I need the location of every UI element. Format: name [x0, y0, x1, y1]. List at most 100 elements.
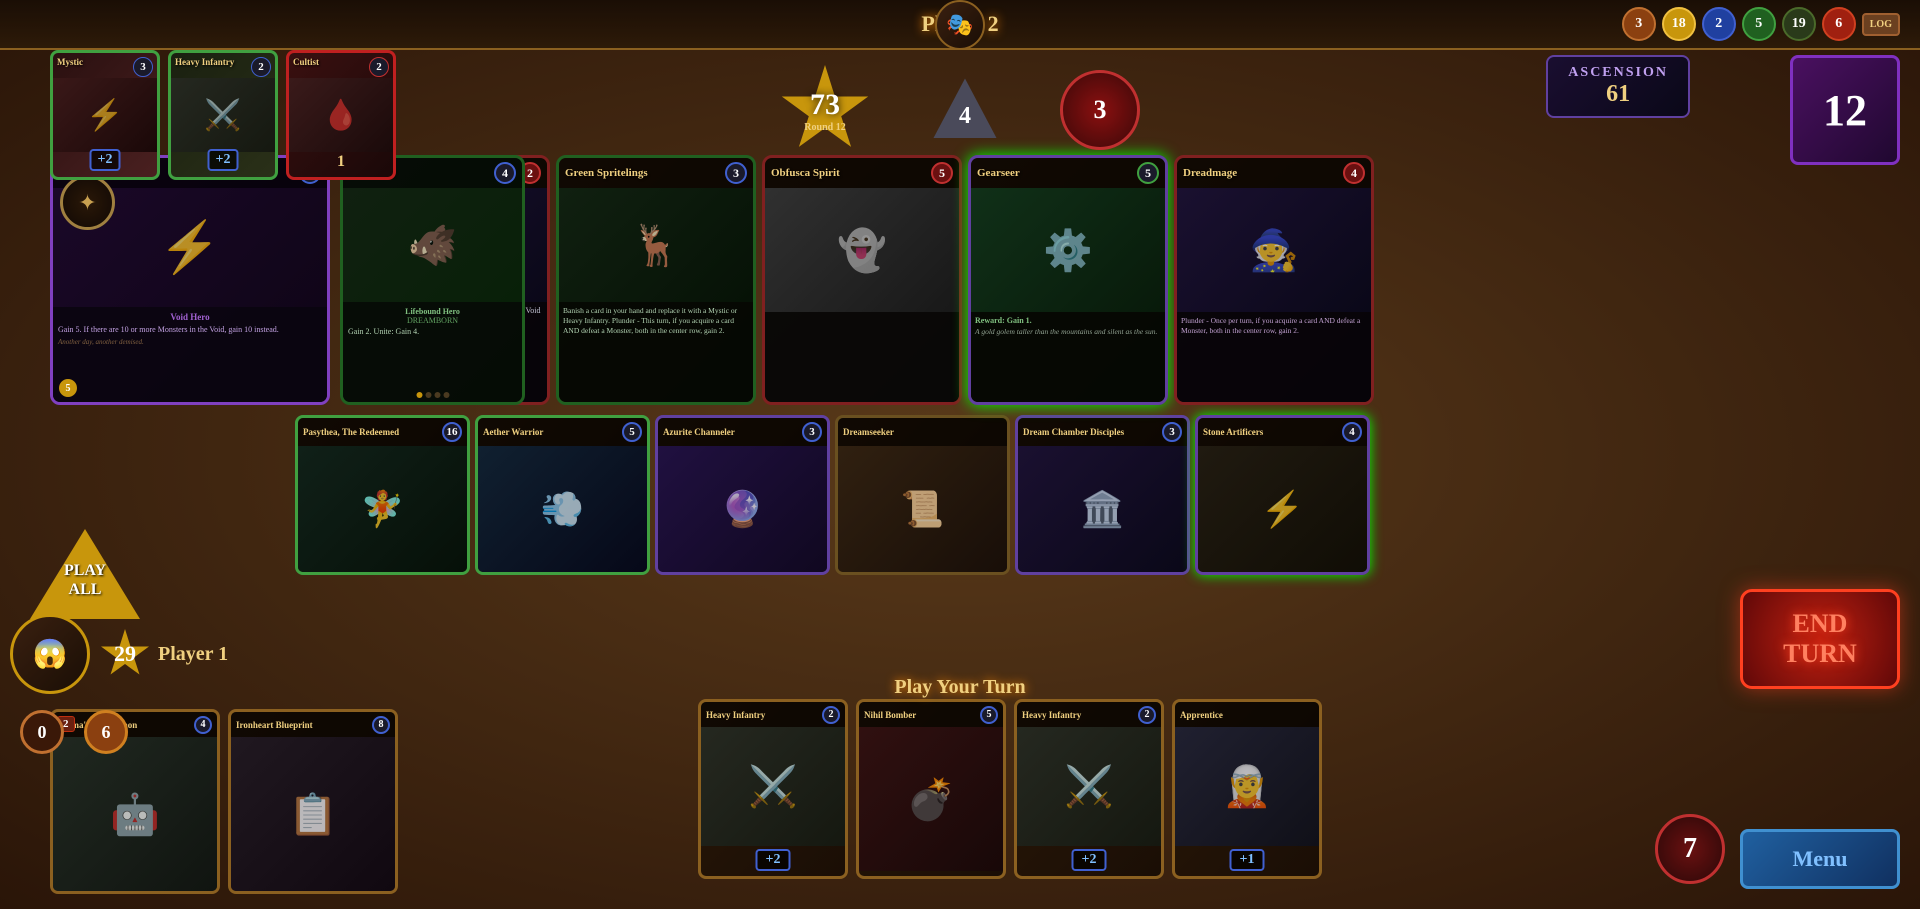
p2-card-cultist-name: Cultist [293, 57, 319, 67]
wereboar-text: Gain 2. Unite: Gain 4. [348, 327, 517, 337]
play-all-button[interactable]: PLAY ALL [30, 529, 140, 619]
dreadmage-art: 🧙 [1177, 188, 1371, 312]
obfusca-text-area [765, 312, 959, 402]
purple-score-num: 12 [1823, 85, 1867, 136]
card-stone-artificers[interactable]: Stone Artificers 4 ⚡ [1195, 415, 1370, 575]
hand-card-hi2[interactable]: Heavy Infantry 2 ⚔️ +2 [1014, 699, 1164, 879]
card-green-spritelings[interactable]: Green Spritelings 3 🦌 Banish a card in y… [556, 155, 756, 405]
wereboar-card[interactable]: Wereboar 4 🐗 Lifebound Hero DREAMBORN Ga… [340, 155, 525, 405]
hi1-bonus: +2 [756, 849, 791, 871]
stat-rune: 2 [1702, 7, 1736, 41]
obfusca-art: 👻 [765, 188, 959, 312]
wereboar-text-area: Lifebound Hero DREAMBORN Gain 2. Unite: … [343, 302, 522, 402]
nihil-header: Nihil Bomber 5 [859, 702, 1003, 727]
card-dreamseeker[interactable]: Dreamseeker 📜 [835, 415, 1010, 575]
gearseer-text-area: Reward: Gain 1. A gold golem taller than… [971, 312, 1165, 402]
emri-power: 5 [59, 379, 77, 397]
p2-card-hi1-cost: 2 [251, 57, 271, 77]
nihil-art: 💣 [859, 727, 1003, 871]
gearseer-text: Reward: Gain 1. [975, 316, 1161, 325]
dreadmage-text: Plunder - Once per turn, if you acquire … [1181, 316, 1367, 336]
card-obfusca[interactable]: Obfusca Spirit 5 👻 [762, 155, 962, 405]
hand-card-apprentice[interactable]: Apprentice 🧝 +1 [1172, 699, 1322, 879]
pasythea-cost: 16 [442, 422, 462, 442]
player2-icon-area: 🎭 [440, 0, 1480, 50]
dc-name: Dream Chamber Disciples [1023, 427, 1124, 437]
purple-score-box: 12 [1790, 55, 1900, 165]
play-your-turn-label: Play Your Turn [894, 676, 1025, 699]
sa-header: Stone Artificers 4 [1198, 418, 1367, 446]
log-button[interactable]: LOG [1862, 13, 1900, 36]
stat-gold: 18 [1662, 7, 1696, 41]
p2-card-hi1-bonus: +2 [208, 149, 239, 171]
player1-name: Player 1 [158, 643, 228, 666]
bottom-score-circle: 7 [1655, 814, 1725, 884]
round-number: 73 [804, 88, 845, 122]
card-dreadmage[interactable]: Dreadmage 4 🧙 Plunder - Once per turn, i… [1174, 155, 1374, 405]
apprentice-header: Apprentice [1175, 702, 1319, 727]
dc-cost: 3 [1162, 422, 1182, 442]
ascension-title: ASCENSION [1568, 65, 1668, 81]
p2-card-hi1-art: ⚔️ [171, 78, 275, 152]
az-cost: 3 [802, 422, 822, 442]
bottom-right-score: 7 [1655, 814, 1725, 884]
dreadmage-text-area: Plunder - Once per turn, if you acquire … [1177, 312, 1371, 402]
ds-name: Dreamseeker [843, 427, 894, 437]
card-aether-warrior[interactable]: Aether Warrior 5 💨 [475, 415, 650, 575]
p2-card-cultist[interactable]: Cultist 2 🩸 1 [286, 50, 396, 180]
triangle-badge: 4 [930, 75, 1000, 145]
card-azurite[interactable]: Azurite Channeler 3 🔮 [655, 415, 830, 575]
gs-text: Banish a card in your hand and replace i… [563, 306, 749, 335]
gs-art: 🦌 [559, 188, 753, 302]
hi1-art: ⚔️ [701, 727, 845, 846]
pasythea-header: Pasythea, The Redeemed 16 [298, 418, 467, 446]
aw-name: Aether Warrior [483, 427, 543, 437]
stat-p1-2: 6 [84, 710, 128, 754]
ascension-score: 61 [1606, 81, 1630, 108]
play-all-inner: PLAY ALL [30, 529, 140, 619]
p2-card-mystic[interactable]: Mystic 3 ⚡ +2 [50, 50, 160, 180]
player1-score-area: 29 Player 1 [100, 629, 228, 679]
card-ironheart[interactable]: Ironheart Blueprint 8 📋 [228, 709, 398, 894]
gearseer-flavor: A gold golem taller than the mountains a… [975, 327, 1161, 336]
sa-name: Stone Artificers [1203, 427, 1263, 437]
hand-card-area: Heavy Infantry 2 ⚔️ +2 Nihil Bomber 5 💣 … [450, 699, 1570, 889]
apprentice-name: Apprentice [1180, 710, 1223, 720]
aw-art: 💨 [478, 446, 647, 572]
nihil-name: Nihil Bomber [864, 710, 916, 720]
hi2-art: ⚔️ [1017, 727, 1161, 846]
menu-button[interactable]: Menu [1740, 829, 1900, 889]
wereboar-dots [416, 392, 449, 398]
card-gearseer[interactable]: Gearseer 5 ⚙️ Reward: Gain 1. A gold gol… [968, 155, 1168, 405]
p2-card-heavy-infantry-1[interactable]: Heavy Infantry 2 ⚔️ +2 [168, 50, 278, 180]
em-art: 🤖 [53, 737, 217, 891]
hand-card-nihil[interactable]: Nihil Bomber 5 💣 [856, 699, 1006, 879]
end-turn-button[interactable]: END TURN [1740, 589, 1900, 689]
ascension-logo: ASCENSION 61 [1546, 55, 1690, 118]
ds-art: 📜 [838, 446, 1007, 572]
hi1-header: Heavy Infantry 2 [701, 702, 845, 727]
skull-badge: 3 [1060, 70, 1140, 150]
card-pasythea[interactable]: Pasythea, The Redeemed 16 🧚 [295, 415, 470, 575]
p2-card-cultist-cost: 2 [369, 57, 389, 77]
az-name: Azurite Channeler [663, 427, 735, 437]
gs-text-area: Banish a card in your hand and replace i… [559, 302, 753, 402]
player1-star: 29 [100, 629, 150, 679]
p2-card-cultist-extra: 1 [337, 153, 345, 171]
apprentice-bonus: +1 [1230, 849, 1265, 871]
player1-score-row: 29 Player 1 [100, 629, 228, 679]
pasythea-art: 🧚 [298, 446, 467, 572]
dot-3 [434, 392, 440, 398]
player1-score: 29 [114, 641, 136, 667]
play-all-text: PLAY ALL [64, 561, 106, 599]
dot-2 [425, 392, 431, 398]
ih-cost: 8 [372, 716, 390, 734]
play-all-line2: ALL [64, 580, 106, 599]
hi2-cost: 2 [1138, 706, 1156, 724]
player1-info: 😱 29 Player 1 [10, 614, 228, 694]
emri-type: Void Hero [58, 312, 322, 322]
triangle-number: 4 [959, 103, 971, 130]
hand-card-hi1[interactable]: Heavy Infantry 2 ⚔️ +2 [698, 699, 848, 879]
card-dream-chamber[interactable]: Dream Chamber Disciples 3 🏛️ [1015, 415, 1190, 575]
hi1-cost: 2 [822, 706, 840, 724]
